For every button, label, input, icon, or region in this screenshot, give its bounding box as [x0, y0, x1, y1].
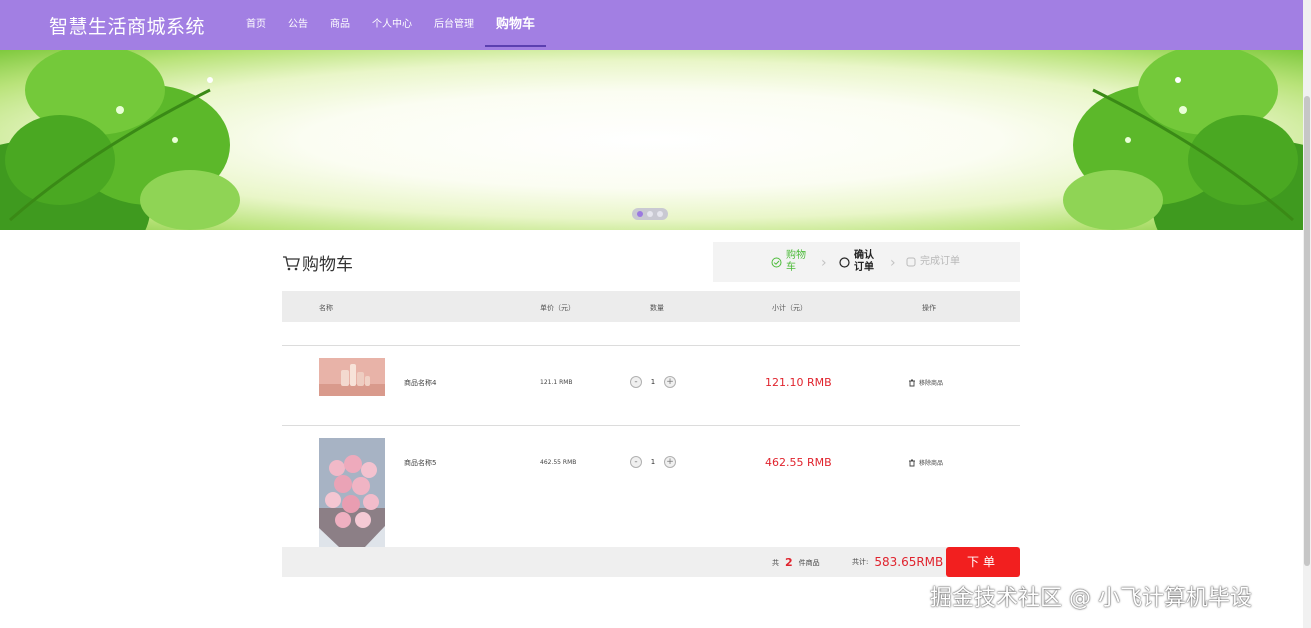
item-count-prefix: 共: [772, 558, 779, 567]
watermark-text: 掘金技术社区 @ 小飞计算机毕设: [930, 586, 1252, 611]
cart-summary-bar: 共 2 件商品 共计: 583.65RMB: [282, 547, 1020, 577]
remove-item-label: 移除商品: [919, 380, 944, 387]
cart-heading: 购物车: [282, 250, 353, 275]
product-image-perfume[interactable]: [319, 358, 385, 396]
cart-table-header: 名称 单价（元） 数量 小计（元） 操作: [282, 291, 1020, 322]
column-actions: 操作: [922, 304, 936, 312]
item-count-value: 2: [785, 556, 793, 569]
order-total-label: 共计:: [852, 558, 869, 566]
main-nav: 首页 公告 商品 个人中心 后台管理 购物车: [235, 0, 547, 50]
carousel-indicators: [632, 208, 668, 220]
order-total: 共计: 583.65RMB: [852, 555, 943, 569]
site-brand[interactable]: 智慧生活商城系统: [49, 12, 205, 39]
chevron-right-icon: ›: [821, 255, 827, 271]
carousel-dot-1[interactable]: [637, 211, 643, 217]
place-order-button[interactable]: 下单: [946, 547, 1020, 577]
page: 智慧生活商城系统 首页 公告 商品 个人中心 后台管理 购物车 购物车 购物车 …: [0, 0, 1311, 628]
item-subtotal: 121.10 RMB: [765, 376, 832, 389]
cart-item-row: 商品名称5 462.55 RMB - 1 + 462.55 RMB 移除商品: [282, 426, 1020, 547]
quantity-value[interactable]: 1: [642, 378, 664, 386]
step-cart: 购物车: [771, 250, 808, 274]
cart-heading-text: 购物车: [302, 255, 353, 275]
leaf-illustration-right: [1063, 50, 1303, 230]
nav-admin[interactable]: 后台管理: [423, 0, 485, 50]
column-subtotal: 小计（元）: [772, 304, 807, 312]
order-total-amount: 583.65RMB: [874, 555, 944, 569]
product-image-roses[interactable]: [319, 438, 385, 547]
nav-home[interactable]: 首页: [235, 0, 277, 50]
banner-carousel: [0, 50, 1303, 230]
increase-quantity-button[interactable]: +: [664, 456, 676, 468]
circle-icon: [839, 256, 850, 268]
nav-cart[interactable]: 购物车: [485, 0, 547, 50]
check-circle-icon: [771, 257, 782, 267]
item-subtotal: 462.55 RMB: [765, 456, 832, 469]
increase-quantity-button[interactable]: +: [664, 376, 676, 388]
checkout-steps: 购物车 › 确认订单 › 完成订单: [713, 242, 1020, 282]
carousel-dot-2[interactable]: [647, 211, 653, 217]
quantity-value[interactable]: 1: [642, 458, 664, 466]
column-unit-price: 单价（元）: [540, 304, 575, 312]
step-confirm-order-label: 确认订单: [854, 250, 874, 273]
remove-item-button[interactable]: 移除商品: [908, 458, 943, 467]
nav-personal-center[interactable]: 个人中心: [361, 0, 423, 50]
product-name[interactable]: 商品名称4: [404, 378, 436, 388]
step-complete-order: 完成订单: [906, 256, 960, 268]
square-icon: [906, 257, 916, 267]
page-scrollbar[interactable]: [1303, 0, 1311, 628]
item-count: 共 2 件商品: [772, 556, 820, 569]
step-confirm-order: 确认订单: [839, 250, 876, 274]
shopping-cart-icon: [283, 255, 300, 270]
nav-announcements[interactable]: 公告: [277, 0, 319, 50]
step-complete-order-label: 完成订单: [920, 256, 960, 267]
step-cart-label: 购物车: [786, 250, 806, 273]
item-count-suffix: 件商品: [798, 558, 820, 567]
carousel-dot-3[interactable]: [657, 211, 663, 217]
column-quantity: 数量: [650, 304, 664, 312]
leaf-illustration-left: [0, 50, 240, 230]
trash-icon: [909, 379, 915, 386]
nav-products[interactable]: 商品: [319, 0, 361, 50]
product-name[interactable]: 商品名称5: [404, 458, 436, 468]
scrollbar-thumb[interactable]: [1304, 96, 1310, 566]
cart-item-row: 商品名称4 121.1 RMB - 1 + 121.10 RMB 移除商品: [282, 346, 1020, 426]
quantity-stepper: - 1 +: [630, 376, 676, 388]
decrease-quantity-button[interactable]: -: [630, 376, 642, 388]
quantity-stepper: - 1 +: [630, 456, 676, 468]
decrease-quantity-button[interactable]: -: [630, 456, 642, 468]
remove-item-button[interactable]: 移除商品: [908, 378, 943, 387]
unit-price: 121.1 RMB: [540, 379, 573, 386]
column-name: 名称: [319, 304, 333, 312]
trash-icon: [909, 459, 915, 466]
unit-price: 462.55 RMB: [540, 459, 577, 466]
chevron-right-icon: ›: [890, 255, 896, 271]
remove-item-label: 移除商品: [919, 460, 944, 467]
top-navigation-bar: 智慧生活商城系统 首页 公告 商品 个人中心 后台管理 购物车: [0, 0, 1303, 50]
